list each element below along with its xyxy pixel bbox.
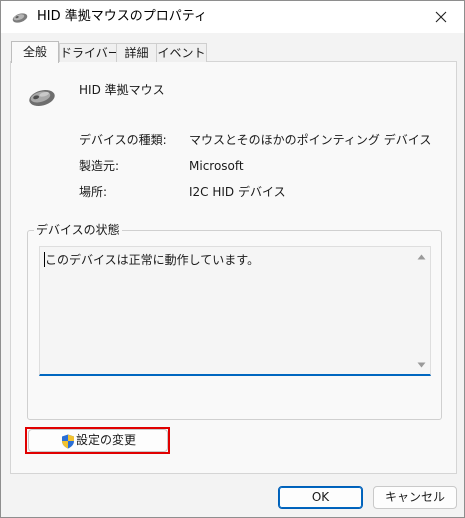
scroll-down-arrow-icon[interactable]: [417, 360, 426, 369]
general-tab-panel: HID 準拠マウス デバイスの種類: マウスとそのほかのポインティング デバイス…: [10, 61, 457, 474]
location-value: I2C HID デバイス: [189, 185, 286, 199]
location-label: 場所:: [79, 185, 108, 199]
device-type-value: マウスとそのほかのポインティング デバイス: [189, 133, 432, 147]
properties-dialog: HID 準拠マウスのプロパティ 全般 ドライバー 詳細 イベント HID 準拠マ…: [0, 0, 465, 518]
close-button[interactable]: [418, 1, 464, 33]
uac-shield-icon: [61, 434, 75, 449]
device-status-textbox[interactable]: このデバイスは正常に動作しています。: [39, 246, 431, 376]
title-bar[interactable]: HID 準拠マウスのプロパティ: [1, 1, 464, 33]
device-status-text: このデバイスは正常に動作しています。: [45, 253, 260, 267]
window-title: HID 準拠マウスのプロパティ: [37, 9, 207, 24]
manufacturer-value: Microsoft: [189, 159, 244, 173]
device-status-title: デバイスの状態: [34, 222, 122, 238]
manufacturer-label: 製造元:: [79, 159, 120, 173]
tab-details[interactable]: 詳細: [116, 43, 157, 62]
device-type-label: デバイスの種類:: [79, 133, 167, 147]
cancel-button[interactable]: キャンセル: [373, 486, 457, 509]
scroll-up-arrow-icon[interactable]: [417, 253, 426, 262]
device-status-group: デバイスの状態 このデバイスは正常に動作しています。: [27, 222, 442, 420]
tab-driver[interactable]: ドライバー: [59, 43, 120, 62]
tab-general[interactable]: 全般: [11, 41, 59, 63]
status-scrollbar[interactable]: [413, 247, 430, 373]
ok-button[interactable]: OK: [278, 486, 363, 509]
change-settings-button[interactable]: 設定の変更: [28, 429, 168, 452]
change-settings-label: 設定の変更: [76, 433, 137, 447]
mouse-icon: [27, 84, 57, 108]
mouse-icon: [11, 9, 29, 25]
close-icon: [435, 11, 447, 23]
device-name: HID 準拠マウス: [79, 83, 165, 97]
tab-events[interactable]: イベント: [156, 43, 207, 62]
